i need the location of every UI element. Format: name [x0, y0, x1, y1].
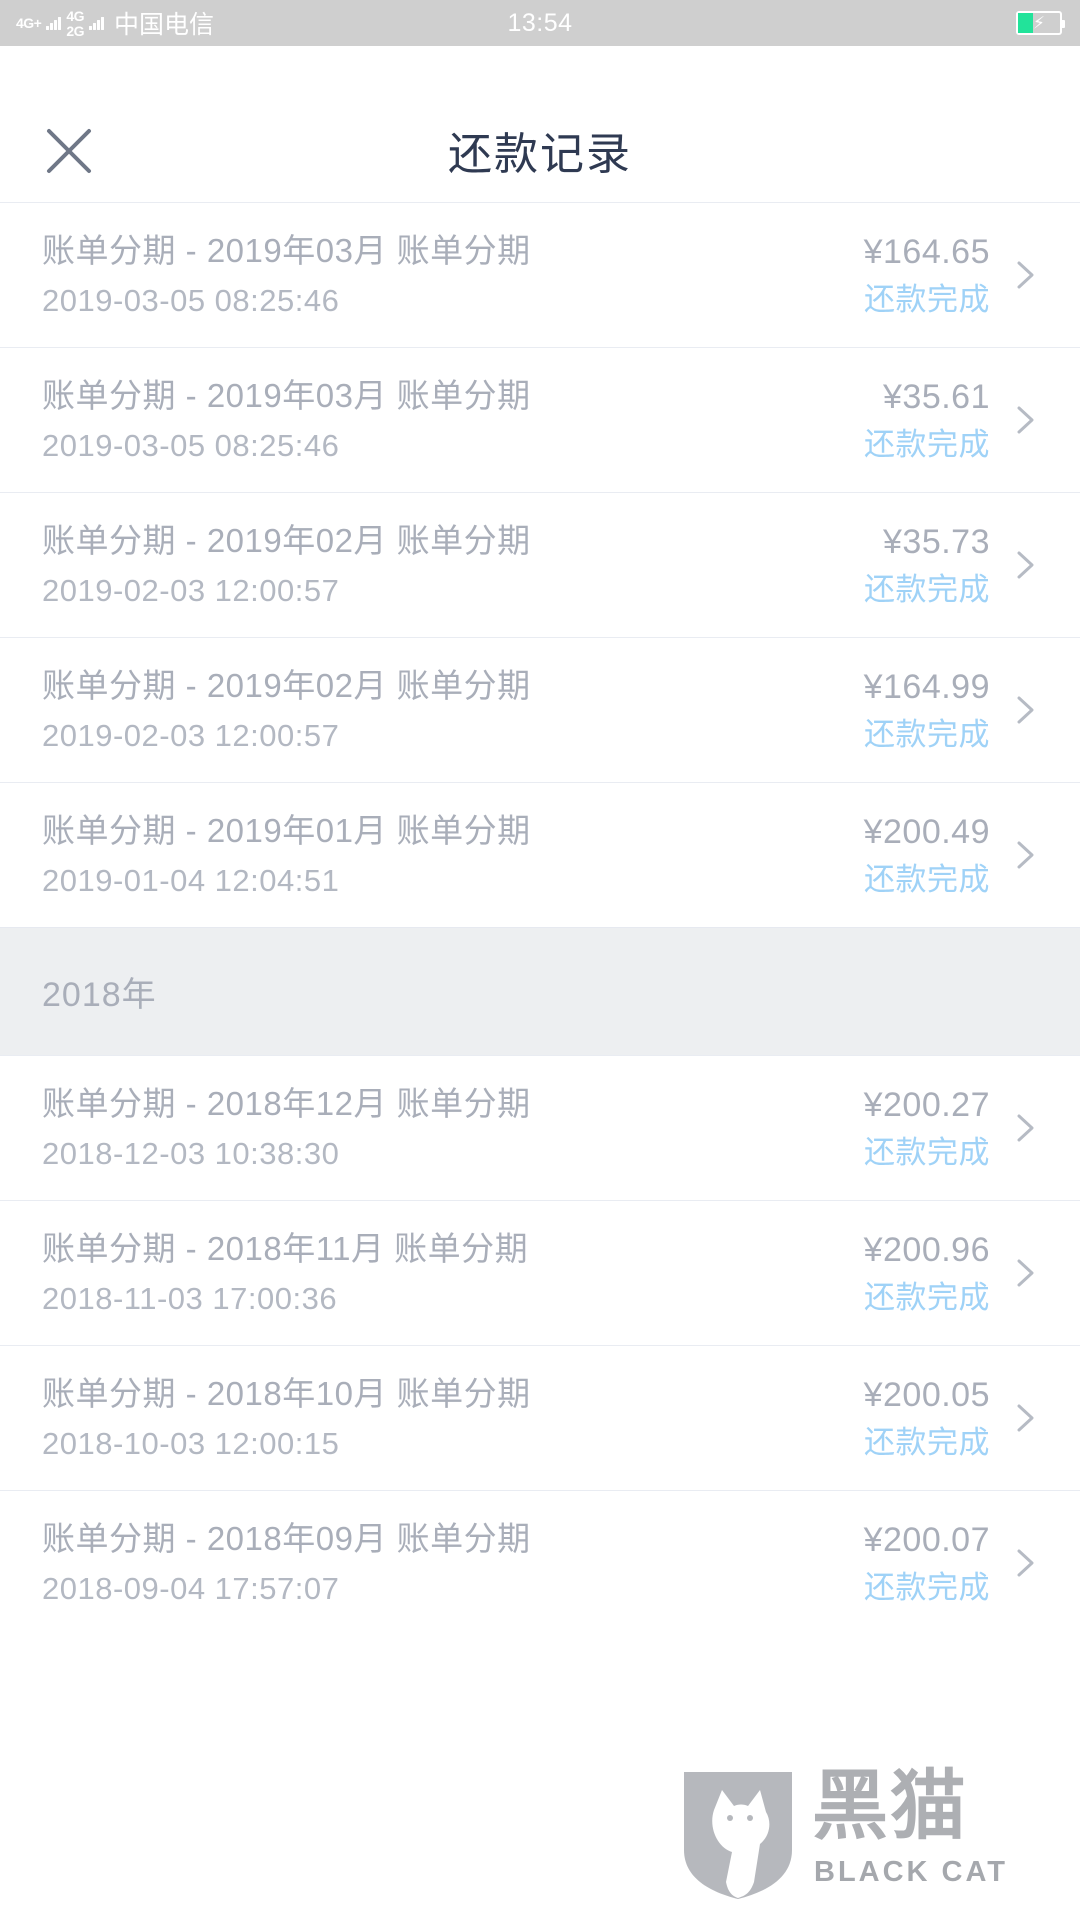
record-row-main: 账单分期 - 2019年03月 账单分期 2019-03-05 08:25:46: [42, 203, 531, 348]
chevron-right-icon[interactable]: [1008, 838, 1042, 872]
record-status: 还款完成: [864, 1570, 990, 1606]
status-bar-clock: 13:54: [0, 0, 1080, 46]
record-row-meta: ¥200.49 还款完成: [864, 783, 990, 928]
record-status: 还款完成: [864, 1280, 990, 1316]
battery-icon: ⚡: [1016, 11, 1065, 35]
record-status: 还款完成: [864, 1425, 990, 1461]
record-row-main: 账单分期 - 2019年02月 账单分期 2019-02-03 12:00:57: [42, 638, 531, 783]
record-row[interactable]: 账单分期 - 2018年12月 账单分期 2018-12-03 10:38:30 ¥…: [0, 1055, 1080, 1200]
record-date: 2018-09-04 17:57:07: [42, 1570, 340, 1606]
record-date: 2018-12-03 10:38:30: [42, 1135, 340, 1171]
chevron-right-icon[interactable]: [1008, 403, 1042, 437]
record-title: 账单分期 - 2018年10月 账单分期: [42, 1375, 531, 1413]
charging-bolt-icon: ⚡: [1033, 13, 1045, 33]
record-row-meta: ¥164.99 还款完成: [864, 638, 990, 783]
chevron-right-icon[interactable]: [1008, 258, 1042, 292]
record-amount: ¥200.07: [863, 1521, 990, 1560]
black-cat-shield-logo-icon: [680, 1766, 796, 1902]
record-row-meta: ¥35.73 还款完成: [864, 493, 990, 638]
record-row[interactable]: 账单分期 - 2018年10月 账单分期 2018-10-03 12:00:15 ¥…: [0, 1345, 1080, 1490]
record-amount: ¥200.05: [863, 1376, 990, 1415]
record-row[interactable]: 账单分期 - 2019年03月 账单分期 2019-03-05 08:25:46 ¥…: [0, 347, 1080, 492]
record-amount: ¥200.27: [863, 1086, 990, 1125]
record-row[interactable]: 账单分期 - 2019年03月 账单分期 2019-03-05 08:25:46 ¥…: [0, 202, 1080, 347]
record-title: 账单分期 - 2018年12月 账单分期: [42, 1085, 531, 1123]
record-status: 还款完成: [864, 427, 990, 463]
record-date: 2019-02-03 12:00:57: [42, 572, 340, 608]
record-amount: ¥35.73: [883, 523, 990, 562]
record-title: 账单分期 - 2019年03月 账单分期: [42, 377, 531, 415]
record-date: 2018-10-03 12:00:15: [42, 1425, 340, 1461]
record-title: 账单分期 - 2018年09月 账单分期: [42, 1520, 531, 1558]
clock-text: 13:54: [507, 8, 573, 37]
watermark-cn-text: 黑猫: [812, 1761, 968, 1850]
record-row[interactable]: 账单分期 - 2018年09月 账单分期 2018-09-04 17:57:07 ¥…: [0, 1490, 1080, 1635]
year-section-header: 2018年: [0, 927, 1080, 1055]
chevron-right-icon[interactable]: [1008, 693, 1042, 727]
record-date: 2019-03-05 08:25:46: [42, 427, 340, 463]
status-bar: 4G+ 4G 2G 中国电信 13:54 ⚡: [0, 0, 1080, 46]
record-row-meta: ¥200.05 还款完成: [864, 1346, 990, 1491]
record-amount: ¥164.65: [863, 233, 990, 272]
record-row[interactable]: 账单分期 - 2019年02月 账单分期 2019-02-03 12:00:57 ¥…: [0, 637, 1080, 782]
record-row-main: 账单分期 - 2018年11月 账单分期 2018-11-03 17:00:36: [42, 1201, 528, 1346]
chevron-right-icon[interactable]: [1008, 1546, 1042, 1580]
record-amount: ¥164.99: [863, 668, 990, 707]
record-status: 还款完成: [864, 717, 990, 753]
page-title: 还款记录: [448, 130, 632, 179]
record-date: 2018-11-03 17:00:36: [42, 1280, 338, 1316]
chevron-right-icon[interactable]: [1008, 1111, 1042, 1145]
record-row[interactable]: 账单分期 - 2018年11月 账单分期 2018-11-03 17:00:36 ¥…: [0, 1200, 1080, 1345]
record-amount: ¥200.49: [863, 813, 990, 852]
record-status: 还款完成: [864, 282, 990, 318]
record-status: 还款完成: [864, 862, 990, 898]
status-bar-right: ⚡: [1016, 0, 1065, 46]
record-amount: ¥200.96: [863, 1231, 990, 1270]
record-row-main: 账单分期 - 2018年12月 账单分期 2018-12-03 10:38:30: [42, 1056, 531, 1201]
record-row-meta: ¥35.61 还款完成: [864, 348, 990, 493]
nav-header: 还款记录: [0, 46, 1080, 202]
record-status: 还款完成: [864, 1135, 990, 1171]
record-row-meta: ¥200.07 还款完成: [864, 1491, 990, 1636]
record-row[interactable]: 账单分期 - 2019年02月 账单分期 2019-02-03 12:00:57 ¥…: [0, 492, 1080, 637]
record-row-meta: ¥200.27 还款完成: [864, 1056, 990, 1201]
record-row-meta: ¥200.96 还款完成: [864, 1201, 990, 1346]
repayment-record-list: 账单分期 - 2019年03月 账单分期 2019-03-05 08:25:46 ¥…: [0, 202, 1080, 1635]
record-title: 账单分期 - 2019年03月 账单分期: [42, 232, 531, 270]
record-date: 2019-01-04 12:04:51: [42, 862, 340, 898]
record-status: 还款完成: [864, 572, 990, 608]
record-date: 2019-03-05 08:25:46: [42, 282, 340, 318]
record-title: 账单分期 - 2018年11月 账单分期: [42, 1230, 529, 1268]
chevron-right-icon[interactable]: [1008, 548, 1042, 582]
record-title: 账单分期 - 2019年02月 账单分期: [42, 667, 531, 705]
record-row-main: 账单分期 - 2019年02月 账单分期 2019-02-03 12:00:57: [42, 493, 531, 638]
battery-fill: [1018, 13, 1034, 33]
chevron-right-icon[interactable]: [1008, 1401, 1042, 1435]
record-title: 账单分期 - 2019年01月 账单分期: [42, 812, 531, 850]
black-cat-watermark: 黑猫 BLACK CAT: [662, 1762, 1062, 1912]
record-row-main: 账单分期 - 2019年03月 账单分期 2019-03-05 08:25:46: [42, 348, 531, 493]
watermark-en-text: BLACK CAT: [814, 1856, 1008, 1888]
record-title: 账单分期 - 2019年02月 账单分期: [42, 522, 531, 560]
record-amount: ¥35.61: [883, 378, 990, 417]
record-row-main: 账单分期 - 2018年09月 账单分期 2018-09-04 17:57:07: [42, 1491, 531, 1636]
record-date: 2019-02-03 12:00:57: [42, 717, 340, 753]
record-row-meta: ¥164.65 还款完成: [864, 203, 990, 348]
year-section-label: 2018年: [42, 976, 157, 1014]
record-row[interactable]: 账单分期 - 2019年01月 账单分期 2019-01-04 12:04:51 ¥…: [0, 782, 1080, 927]
chevron-right-icon[interactable]: [1008, 1256, 1042, 1290]
record-row-main: 账单分期 - 2019年01月 账单分期 2019-01-04 12:04:51: [42, 783, 531, 928]
record-row-main: 账单分期 - 2018年10月 账单分期 2018-10-03 12:00:15: [42, 1346, 531, 1491]
